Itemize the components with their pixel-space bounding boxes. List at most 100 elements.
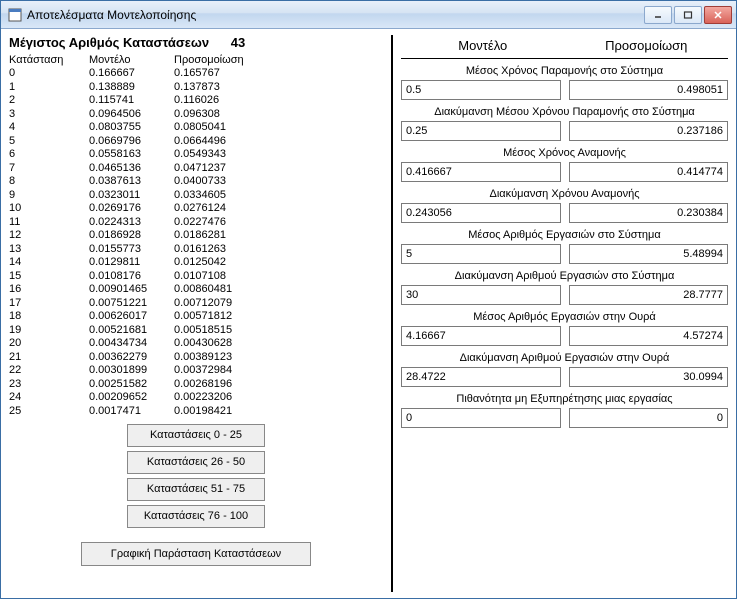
metric-label: Μέσος Χρόνος Αναμονής (401, 147, 728, 159)
table-row: 10.1388890.137873 (9, 81, 259, 95)
cell-state: 1 (9, 81, 89, 95)
cell-sim: 0.0227476 (174, 216, 259, 230)
table-row: 60.05581630.0549343 (9, 148, 259, 162)
cell-model: 0.0558163 (89, 148, 174, 162)
header-model: Μοντέλο (401, 38, 565, 53)
metric-model-value[interactable] (401, 285, 561, 305)
cell-sim: 0.00223206 (174, 391, 259, 405)
cell-sim: 0.00372984 (174, 364, 259, 378)
states-0-25-button[interactable]: Καταστάσεις 0 - 25 (127, 424, 265, 447)
content-area: Μέγιστος Αριθμός Καταστάσεων 43 Κατάστασ… (1, 29, 736, 598)
metric-model-value[interactable] (401, 326, 561, 346)
table-row: 00.1666670.165767 (9, 67, 259, 81)
metric-sim-value[interactable] (569, 203, 729, 223)
cell-sim: 0.0549343 (174, 148, 259, 162)
metric-block: Μέσος Αριθμός Εργασιών στην Ουρά (401, 311, 728, 346)
table-row: 220.003018990.00372984 (9, 364, 259, 378)
table-row: 110.02243130.0227476 (9, 216, 259, 230)
cell-model: 0.0155773 (89, 243, 174, 257)
cell-state: 8 (9, 175, 89, 189)
metric-block: Μέσος Αριθμός Εργασιών στο Σύστημα (401, 229, 728, 264)
cell-sim: 0.0107108 (174, 270, 259, 284)
cell-state: 11 (9, 216, 89, 230)
states-26-50-button[interactable]: Καταστάσεις 26 - 50 (127, 451, 265, 474)
metric-sim-value[interactable] (569, 80, 729, 100)
table-row: 160.009014650.00860481 (9, 283, 259, 297)
metric-model-value[interactable] (401, 121, 561, 141)
col-header-model: Μοντέλο (89, 54, 174, 67)
cell-sim: 0.00268196 (174, 378, 259, 392)
metric-sim-value[interactable] (569, 285, 729, 305)
table-row: 130.01557730.0161263 (9, 243, 259, 257)
cell-sim: 0.0125042 (174, 256, 259, 270)
table-row: 240.002096520.00223206 (9, 391, 259, 405)
cell-state: 14 (9, 256, 89, 270)
metric-sim-value[interactable] (569, 408, 729, 428)
app-icon (7, 7, 23, 23)
states-51-75-button[interactable]: Καταστάσεις 51 - 75 (127, 478, 265, 501)
metric-label: Μέσος Αριθμός Εργασιών στην Ουρά (401, 311, 728, 323)
metric-fields (401, 121, 728, 141)
states-table: Κατάσταση Μοντέλο Προσομοίωση 00.1666670… (9, 54, 259, 418)
left-panel: Μέγιστος Αριθμός Καταστάσεων 43 Κατάστασ… (1, 29, 391, 598)
metric-sim-value[interactable] (569, 121, 729, 141)
cell-sim: 0.00518515 (174, 324, 259, 338)
metric-label: Διακύμανση Αριθμού Εργασιών στην Ουρά (401, 352, 728, 364)
table-row: 70.04651360.0471237 (9, 162, 259, 176)
cell-state: 12 (9, 229, 89, 243)
cell-state: 20 (9, 337, 89, 351)
metric-fields (401, 408, 728, 428)
chart-button[interactable]: Γραφική Παράσταση Καταστάσεων (81, 542, 311, 566)
metric-fields (401, 244, 728, 264)
cell-state: 24 (9, 391, 89, 405)
table-row: 190.005216810.00518515 (9, 324, 259, 338)
table-row: 50.06697960.0664496 (9, 135, 259, 149)
table-row: 170.007512210.00712079 (9, 297, 259, 311)
cell-model: 0.0017471 (89, 405, 174, 419)
metric-sim-value[interactable] (569, 326, 729, 346)
metric-model-value[interactable] (401, 367, 561, 387)
metric-fields (401, 326, 728, 346)
metric-sim-value[interactable] (569, 244, 729, 264)
minimize-button[interactable] (644, 6, 672, 24)
table-row: 40.08037550.0805041 (9, 121, 259, 135)
metric-model-value[interactable] (401, 244, 561, 264)
metric-model-value[interactable] (401, 162, 561, 182)
metric-label: Μέσος Χρόνος Παραμονής στο Σύστημα (401, 65, 728, 77)
table-row: 140.01298110.0125042 (9, 256, 259, 270)
table-row: 250.00174710.00198421 (9, 405, 259, 419)
titlebar: Αποτελέσματα Μοντελοποίησης (1, 1, 736, 29)
metric-block: Μέσος Χρόνος Αναμονής (401, 147, 728, 182)
cell-sim: 0.0186281 (174, 229, 259, 243)
table-row: 210.003622790.00389123 (9, 351, 259, 365)
metric-fields (401, 285, 728, 305)
close-button[interactable] (704, 6, 732, 24)
cell-state: 21 (9, 351, 89, 365)
metric-sim-value[interactable] (569, 162, 729, 182)
cell-state: 25 (9, 405, 89, 419)
cell-model: 0.00521681 (89, 324, 174, 338)
metric-sim-value[interactable] (569, 367, 729, 387)
states-76-100-button[interactable]: Καταστάσεις 76 - 100 (127, 505, 265, 528)
cell-sim: 0.165767 (174, 67, 259, 81)
cell-state: 16 (9, 283, 89, 297)
metric-model-value[interactable] (401, 80, 561, 100)
cell-state: 18 (9, 310, 89, 324)
cell-state: 22 (9, 364, 89, 378)
maximize-button[interactable] (674, 6, 702, 24)
cell-sim: 0.0276124 (174, 202, 259, 216)
metric-model-value[interactable] (401, 408, 561, 428)
cell-state: 2 (9, 94, 89, 108)
header-sim: Προσομοίωση (565, 38, 729, 53)
metric-fields (401, 367, 728, 387)
cell-sim: 0.116026 (174, 94, 259, 108)
metric-model-value[interactable] (401, 203, 561, 223)
cell-state: 4 (9, 121, 89, 135)
cell-model: 0.115741 (89, 94, 174, 108)
cell-sim: 0.0334605 (174, 189, 259, 203)
table-row: 80.03876130.0400733 (9, 175, 259, 189)
cell-model: 0.0108176 (89, 270, 174, 284)
cell-state: 17 (9, 297, 89, 311)
cell-model: 0.138889 (89, 81, 174, 95)
table-row: 230.002515820.00268196 (9, 378, 259, 392)
